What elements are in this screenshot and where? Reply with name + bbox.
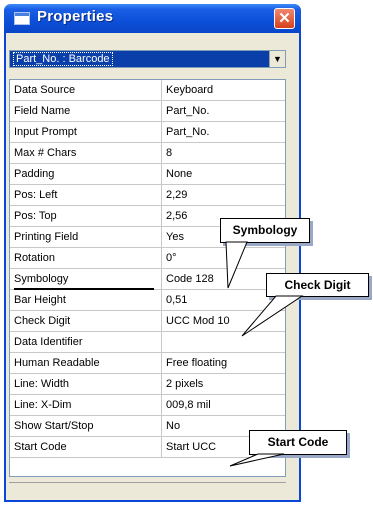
- callout-pointer-check-digit: [241, 295, 304, 337]
- callout-pointers: [225, 241, 304, 467]
- callout-pointer-symbology: [225, 241, 248, 289]
- callout-pointer-start-code: [229, 453, 285, 467]
